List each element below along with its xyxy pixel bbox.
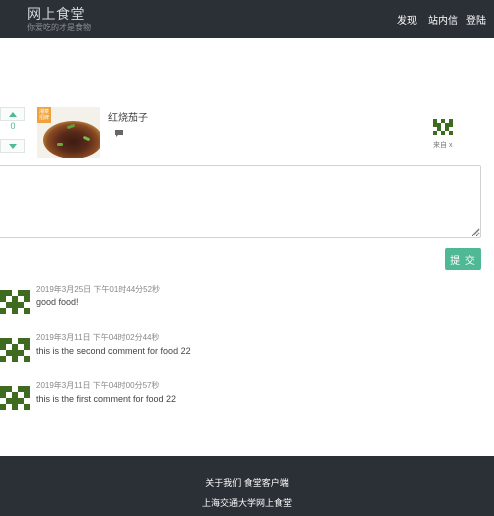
nav-messages[interactable]: 站内信 xyxy=(428,12,458,27)
footer-client-link[interactable]: 食堂客户端 xyxy=(244,478,289,488)
vote-count: 0 xyxy=(10,121,16,131)
submit-button[interactable]: 提 交 xyxy=(445,248,481,270)
commenter-avatar[interactable] xyxy=(0,337,30,363)
footer-copyright: 上海交通大学网上食堂 xyxy=(201,498,292,508)
nav-login[interactable]: 登陆 xyxy=(466,12,486,27)
author-label[interactable]: 来自 x xyxy=(433,140,452,150)
comment-textarea[interactable] xyxy=(0,165,481,238)
comment-text: this is the first comment for food 22 xyxy=(36,394,177,404)
author-avatar[interactable] xyxy=(433,119,453,135)
comment-time: 2019年3月11日 下午04时00分57秒 xyxy=(36,381,160,390)
upvote-button[interactable] xyxy=(0,107,25,121)
food-image[interactable]: 湘菜 招牌 xyxy=(37,107,100,158)
comment-text: good food! xyxy=(36,297,79,307)
speech-bubble-icon[interactable] xyxy=(114,129,124,138)
comment-time: 2019年3月25日 下午01时44分52秒 xyxy=(36,285,161,294)
footer-about-link[interactable]: 关于我们 xyxy=(205,478,241,488)
downvote-button[interactable] xyxy=(0,139,25,153)
food-badge: 湘菜 招牌 xyxy=(37,107,51,123)
food-name[interactable]: 红烧茄子 xyxy=(108,109,148,124)
site-title[interactable]: 网上食堂 xyxy=(27,4,85,24)
comment-time: 2019年3月11日 下午04时02分44秒 xyxy=(36,333,160,342)
top-navbar: 网上食堂 你爱吃的才是食物 发现 站内信 登陆 xyxy=(0,0,494,38)
commenter-avatar[interactable] xyxy=(0,385,30,411)
site-footer: 关于我们 食堂客户端 上海交通大学网上食堂 xyxy=(0,456,494,516)
garnish xyxy=(57,143,63,146)
commenter-avatar[interactable] xyxy=(0,289,30,315)
comment-text: this is the second comment for food 22 xyxy=(36,346,191,356)
resize-grip-icon[interactable] xyxy=(473,229,480,236)
triangle-up-icon xyxy=(8,111,17,117)
nav-discover[interactable]: 发现 xyxy=(397,12,417,27)
triangle-down-icon xyxy=(8,143,17,149)
site-subtitle: 你爱吃的才是食物 xyxy=(27,23,91,32)
footer-links: 关于我们 食堂客户端 xyxy=(0,476,494,489)
